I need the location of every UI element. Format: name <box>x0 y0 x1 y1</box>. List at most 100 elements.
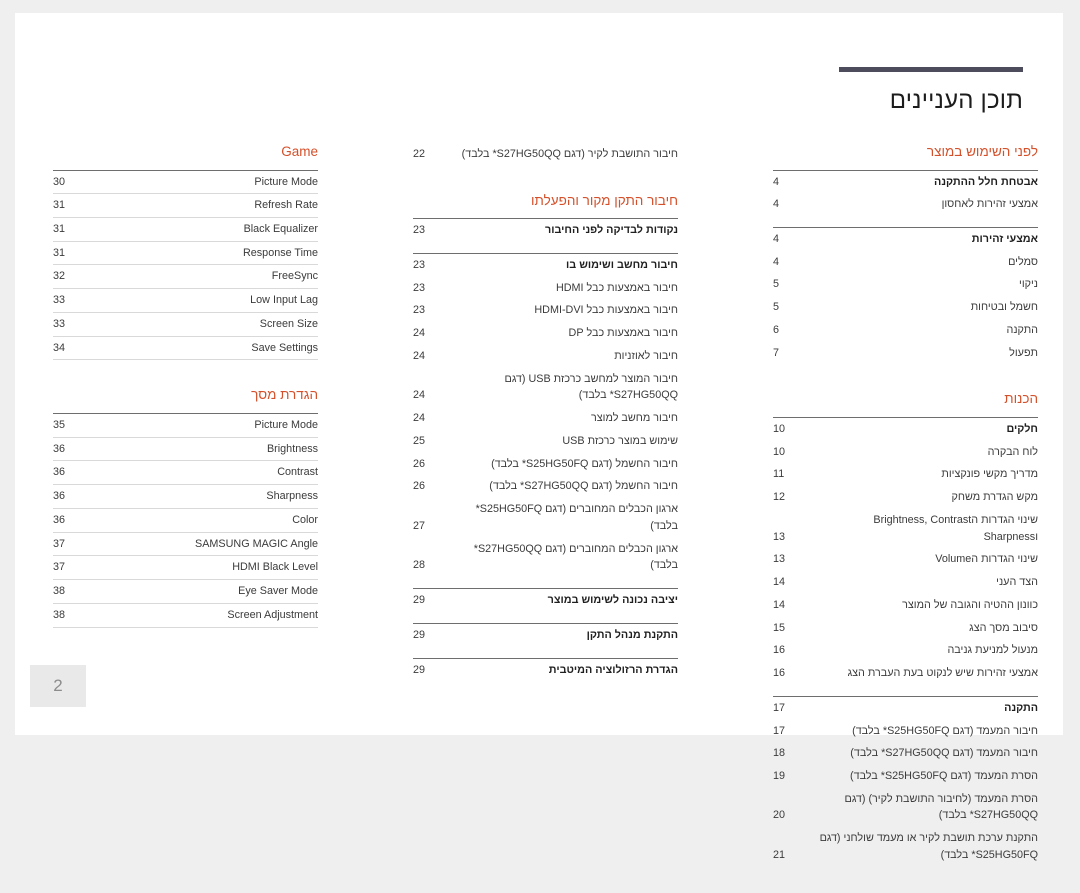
toc-entry[interactable]: אמצעי זהירות לאחסון 4 <box>773 193 1038 216</box>
toc-entry-label: חיבור המוצר למחשב כרכזת USB (דגם S27HG50… <box>504 372 678 402</box>
toc-entry-label: אמצעי זהירות לאחסון <box>941 198 1038 211</box>
toc-entry-label: Contrast <box>277 466 318 479</box>
toc-entry[interactable]: שינוי הגדרות הVolume 13 <box>773 548 1038 571</box>
toc-entry-page: 5 <box>773 278 780 291</box>
toc-entry[interactable]: ניקוי 5 <box>773 273 1038 296</box>
toc-entry[interactable]: מקש הגדרת משחק 12 <box>773 486 1038 509</box>
toc-entry[interactable]: Response Time 31 <box>53 242 318 266</box>
toc-entry-label: Picture Mode <box>254 418 318 431</box>
toc-entry[interactable]: SAMSUNG MAGIC Angle 37 <box>53 533 318 557</box>
toc-entry[interactable]: חיבור מחשב למוצר 24 <box>413 407 678 430</box>
toc-entry[interactable]: Screen Size 33 <box>53 313 318 337</box>
toc-entry[interactable]: שינוי הגדרות הBrightness, Contrast וShar… <box>773 509 1038 548</box>
toc-columns: לפני השימוש במוצר אבטחת חלל ההתקנה 4 אמצעי … <box>15 143 1063 861</box>
toc-entry[interactable]: יציבה נכונה לשימוש במוצר 29 <box>413 589 678 612</box>
toc-entry[interactable]: הגדרת הרזולוציה המיטבית 29 <box>413 659 678 682</box>
toc-entry[interactable]: חיבור המעמד (דגם S25HG50FQ* בלבד) 17 <box>773 720 1038 743</box>
toc-entry[interactable]: התקנת מנהל התקן 29 <box>413 624 678 647</box>
toc-section: הכנות חלקים 10 לוח הבקרה 10 מדריך מקשי פונקצי… <box>773 390 1038 866</box>
page-title: תוכן העניינים <box>889 87 1023 114</box>
toc-entry[interactable]: התקנה 6 <box>773 319 1038 342</box>
toc-entry-page: 13 <box>773 553 786 566</box>
toc-entry[interactable]: שימוש במוצר כרכזת USB 25 <box>413 430 678 453</box>
toc-entry[interactable]: חיבור התושבת לקיר (דגם S27HG50QQ* בלבד) 2… <box>413 143 678 166</box>
toc-entry[interactable]: Picture Mode 30 <box>53 171 318 195</box>
toc-entry[interactable]: FreeSync 32 <box>53 265 318 290</box>
toc-entry[interactable]: הצד העני 14 <box>773 571 1038 594</box>
toc-entry-page: 24 <box>413 389 426 402</box>
toc-entry[interactable]: אמצעי זהירות 4 <box>773 228 1038 251</box>
toc-entry[interactable]: חיבור מחשב ושימוש בו 23 <box>413 254 678 277</box>
toc-entry[interactable]: חיבור באמצעות כבל HDMI 23 <box>413 277 678 300</box>
toc-entry-page: 36 <box>53 442 66 455</box>
toc-entry-page: 16 <box>773 644 786 657</box>
toc-entry-label: FreeSync <box>271 270 318 283</box>
toc-entry[interactable]: Sharpness 36 <box>53 485 318 509</box>
toc-entry-label: חיבור החשמל (דגם S25HG50FQ* בלבד) <box>491 457 678 470</box>
toc-entry[interactable]: HDMI Black Level 37 <box>53 556 318 581</box>
toc-entry[interactable]: Eye Saver Mode 38 <box>53 580 318 604</box>
toc-entry[interactable]: חלקים 10 <box>773 418 1038 441</box>
toc-entry[interactable]: Color 36 <box>53 509 318 533</box>
toc-entry[interactable]: חיבור לאוזניות 24 <box>413 345 678 368</box>
toc-entry-label: התקנה <box>1006 323 1039 336</box>
toc-entry[interactable]: כוונון ההטיה והגובה של המוצר 14 <box>773 594 1038 617</box>
toc-entry[interactable]: אמצעי זהירות שיש לנקוט בעת העברת הצג 16 <box>773 662 1038 685</box>
toc-entry-label: תפעול <box>1009 346 1038 359</box>
toc-entry[interactable]: מדריך מקשי פונקציות 11 <box>773 463 1038 486</box>
toc-entry-label: התקנה <box>1004 701 1038 714</box>
toc-entry[interactable]: Low Input Lag 33 <box>53 289 318 313</box>
toc-entry-page: 6 <box>773 323 780 336</box>
toc-group: חיבור מחשב ושימוש בו 23 חיבור באמצעות כבל … <box>413 253 678 577</box>
toc-entry[interactable]: חיבור המוצר למחשב כרכזת USB (דגם S27HG50… <box>413 368 678 407</box>
toc-entry[interactable]: סמלים 4 <box>773 251 1038 274</box>
toc-entry[interactable]: חיבור החשמל (דגם S27HG50QQ* בלבד) 26 <box>413 475 678 498</box>
page-number: 2 <box>53 676 63 695</box>
toc-entry[interactable]: חיבור באמצעות כבל HDMI-DVI 23 <box>413 299 678 322</box>
toc-entry[interactable]: Picture Mode 35 <box>53 414 318 438</box>
toc-entry-page: 31 <box>53 223 66 236</box>
toc-entry-label: Picture Mode <box>254 175 318 188</box>
toc-entry[interactable]: הסרת המעמד (דגם S25HG50FQ* בלבד) 19 <box>773 765 1038 788</box>
toc-entry-label: Sharpness <box>266 490 318 503</box>
toc-entry[interactable]: אבטחת חלל ההתקנה 4 <box>773 171 1038 194</box>
toc-entry[interactable]: Contrast 36 <box>53 461 318 486</box>
toc-entry-label: חיבור המעמד (דגם S25HG50FQ* בלבד) <box>852 724 1038 737</box>
toc-entry[interactable]: התקנה 17 <box>773 697 1038 720</box>
toc-entry-page: 5 <box>773 301 780 314</box>
toc-entry[interactable]: Refresh Rate 31 <box>53 194 318 219</box>
toc-entry-page: 19 <box>773 769 786 782</box>
toc-entry[interactable]: ארגון הכבלים המחוברים (דגם S25HG50FQ* בל… <box>413 498 678 537</box>
toc-entry[interactable]: לוח הבקרה 10 <box>773 441 1038 464</box>
toc-entry[interactable]: חיבור המעמד (דגם S27HG50QQ* בלבד) 18 <box>773 742 1038 765</box>
toc-entry[interactable]: Screen Adjustment 38 <box>53 604 318 628</box>
toc-entry-page: 11 <box>773 468 785 481</box>
toc-entry[interactable]: מנעול למניעת גניבה 16 <box>773 639 1038 662</box>
toc-entry-label: שינוי הגדרות הVolume <box>935 553 1038 566</box>
toc-entry[interactable]: ארגון הכבלים המחוברים (דגם S27HG50QQ* בל… <box>413 538 678 577</box>
toc-entry[interactable]: הסרת המעמד (לחיבור התושבת לקיר) (דגם S27… <box>773 788 1038 827</box>
toc-entry[interactable]: Brightness 36 <box>53 438 318 462</box>
toc-group: יציבה נכונה לשימוש במוצר 29 <box>413 588 678 612</box>
toc-entry[interactable]: Save Settings 34 <box>53 337 318 361</box>
toc-entry-page: 24 <box>413 412 426 425</box>
toc-entry-label: Black Equalizer <box>243 223 318 236</box>
toc-entry-label: חיבור התושבת לקיר (דגם S27HG50QQ* בלבד) <box>461 148 678 160</box>
toc-entry-page: 22 <box>413 148 426 160</box>
toc-group: חלקים 10 לוח הבקרה 10 מדריך מקשי פונקציות 11 מ… <box>773 416 1038 685</box>
toc-entry[interactable]: Black Equalizer 31 <box>53 218 318 242</box>
toc-entry-page: 10 <box>773 445 786 458</box>
toc-entry-label: Color <box>292 513 318 526</box>
toc-entry-label: ניקוי <box>1019 278 1038 291</box>
toc-entry-label: התקנת ערכת תושבת לקיר או מעמד שולחני (דג… <box>819 832 1038 861</box>
toc-entry[interactable]: תפעול 7 <box>773 342 1038 365</box>
toc-entry[interactable]: חיבור החשמל (דגם S25HG50FQ* בלבד) 26 <box>413 453 678 476</box>
toc-entry[interactable]: סיבוב מסך הצג 15 <box>773 617 1038 640</box>
toc-entry[interactable]: חיבור באמצעות כבל DP 24 <box>413 322 678 345</box>
toc-group-gap <box>413 242 678 253</box>
toc-entry-label: Eye Saver Mode <box>238 585 318 598</box>
toc-entry-page: 34 <box>53 341 66 354</box>
toc-entry[interactable]: חשמל ובטיחות 5 <box>773 296 1038 319</box>
toc-entry[interactable]: נקודות לבדיקה לפני החיבור 23 <box>413 219 678 242</box>
toc-entry[interactable]: התקנת ערכת תושבת לקיר או מעמד שולחני (דג… <box>773 827 1038 866</box>
